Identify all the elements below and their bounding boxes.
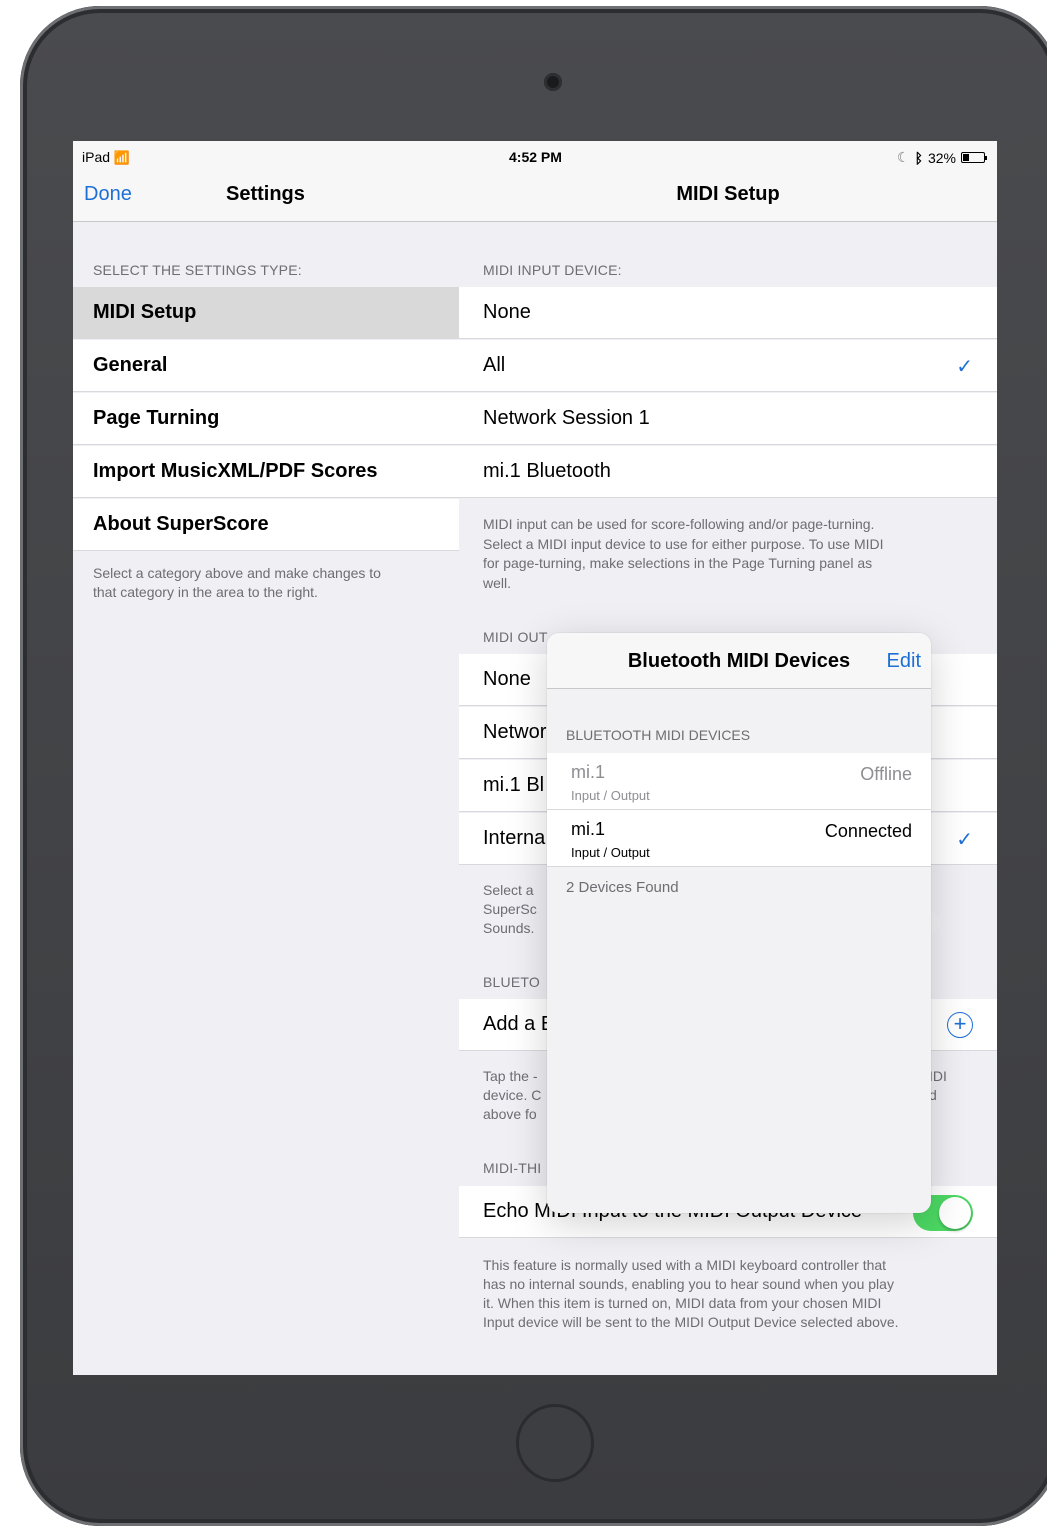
option-label: Interna <box>483 827 546 849</box>
carrier-label: iPad <box>82 149 111 165</box>
footer-line: Tap the - <box>483 1068 538 1084</box>
popover-arrow <box>929 907 943 939</box>
input-option-all[interactable]: All ✓ <box>459 340 997 392</box>
status-bar: iPad 📶 4:52 PM ☾ ᛒ 32% <box>73 141 997 171</box>
option-label: Add a E <box>483 1013 555 1035</box>
option-label: Network Session 1 <box>483 407 650 429</box>
master-title: Settings <box>226 183 305 205</box>
device-name: mi.1 <box>571 819 606 839</box>
battery-fill <box>963 154 969 161</box>
status-right: ☾ ᛒ 32% <box>897 149 987 166</box>
option-label: All <box>483 354 506 376</box>
popover-navbar: Bluetooth MIDI Devices Edit <box>547 633 931 689</box>
battery-icon <box>961 152 987 163</box>
popover-title: Bluetooth MIDI Devices <box>627 650 851 672</box>
footer-line: Input device will be sent to the MIDI Ou… <box>483 1314 899 1330</box>
footer-line: MIDI input can be used for score-followi… <box>483 516 875 532</box>
footer-line: Select a <box>483 882 534 898</box>
bluetooth-footer: Tap the - device. C above fo <box>483 1067 541 1124</box>
footer-line: IDI <box>929 1068 947 1084</box>
midi-input-footer: MIDI input can be used for score-followi… <box>483 515 884 593</box>
edit-button[interactable]: Edit <box>887 650 921 673</box>
clock: 4:52 PM <box>509 149 562 165</box>
input-option-mi1-bluetooth[interactable]: mi.1 Bluetooth <box>459 446 997 498</box>
footer-line: This feature is normally used with a MID… <box>483 1257 887 1273</box>
devices-found-count: 2 Devices Found <box>566 879 679 896</box>
echo-footer: This feature is normally used with a MID… <box>483 1256 899 1332</box>
status-left: iPad 📶 <box>82 149 130 166</box>
settings-item-label: Import MusicXML/PDF Scores <box>93 460 378 482</box>
checkmark-icon: ✓ <box>956 829 973 851</box>
input-option-network-session[interactable]: Network Session 1 <box>459 393 997 445</box>
moon-icon: ☾ <box>897 149 910 165</box>
device-row-connected[interactable]: mi.1 Input / Output Connected <box>547 810 931 867</box>
footer-line: has no internal sounds, enabling you to … <box>483 1276 894 1292</box>
settings-master-pane: Done Settings SELECT THE SETTINGS TYPE: … <box>73 141 460 1375</box>
settings-item-page-turning[interactable]: Page Turning <box>73 393 459 445</box>
option-label: mi.1 Bluetooth <box>483 460 611 482</box>
midi-output-footer: Select a SuperSc Sounds. <box>483 881 537 938</box>
footer-line: Sounds. <box>483 920 535 936</box>
footer-line: for page-turning, make selections in the… <box>483 555 873 571</box>
settings-item-import-scores[interactable]: Import MusicXML/PDF Scores <box>73 446 459 498</box>
add-circle-icon[interactable]: + <box>947 1012 973 1038</box>
wifi-icon: 📶 <box>113 150 131 165</box>
bluetooth-footer-right: IDI d <box>929 1067 947 1105</box>
footer-line: it. When this item is turned on, MIDI da… <box>483 1295 882 1311</box>
option-label: None <box>483 668 531 690</box>
settings-item-label: General <box>93 354 168 376</box>
device-name: mi.1 <box>571 762 606 782</box>
device-row-offline[interactable]: mi.1 Input / Output Offline <box>547 753 931 810</box>
device-type: Input / Output <box>571 845 650 860</box>
done-button[interactable]: Done <box>84 183 132 206</box>
toggle-knob <box>939 1197 971 1229</box>
device-type: Input / Output <box>571 788 650 803</box>
bluetooth-header: BLUETO <box>483 974 540 990</box>
footer-line: above fo <box>483 1106 537 1122</box>
bluetooth-icon: ᛒ <box>914 149 923 166</box>
settings-item-label: MIDI Setup <box>93 301 197 323</box>
battery-percent: 32% <box>927 149 956 166</box>
front-camera <box>544 73 562 91</box>
midi-output-header: MIDI OUT <box>483 629 548 645</box>
midi-input-header: MIDI INPUT DEVICE: <box>483 262 622 278</box>
midi-thru-header: MIDI-THI <box>483 1160 542 1176</box>
detail-title: MIDI Setup <box>676 183 780 205</box>
device-status: Connected <box>824 821 912 841</box>
screen: Done Settings SELECT THE SETTINGS TYPE: … <box>73 141 997 1375</box>
master-footer: Select a category above and make changes… <box>93 564 381 602</box>
option-label: None <box>483 301 531 323</box>
footer-line: SuperSc <box>483 901 537 917</box>
checkmark-icon: ✓ <box>956 356 973 378</box>
footer-line: Select a MIDI input device to use for ei… <box>483 535 884 552</box>
settings-item-midi-setup[interactable]: MIDI Setup <box>73 287 459 339</box>
popover-section-header: BLUETOOTH MIDI DEVICES <box>566 727 751 743</box>
settings-item-about[interactable]: About SuperScore <box>73 499 459 551</box>
footer-line: that category in the area to the right. <box>93 584 318 600</box>
settings-type-header: SELECT THE SETTINGS TYPE: <box>93 262 302 278</box>
settings-item-general[interactable]: General <box>73 340 459 392</box>
option-label: mi.1 Bl <box>483 774 545 796</box>
footer-line: d <box>929 1087 937 1103</box>
device-status: Offline <box>860 764 912 784</box>
home-button[interactable] <box>516 1404 594 1482</box>
footer-line: Select a category above and make changes… <box>93 565 381 581</box>
footer-line: well. <box>483 574 512 591</box>
bluetooth-midi-devices-popover: Bluetooth MIDI Devices Edit BLUETOOTH MI… <box>547 633 931 1213</box>
input-option-none[interactable]: None <box>459 287 997 339</box>
settings-item-label: Page Turning <box>93 407 220 429</box>
settings-item-label: About SuperScore <box>93 513 269 535</box>
footer-line: device. C <box>483 1087 542 1103</box>
option-label: Networ <box>483 721 547 743</box>
